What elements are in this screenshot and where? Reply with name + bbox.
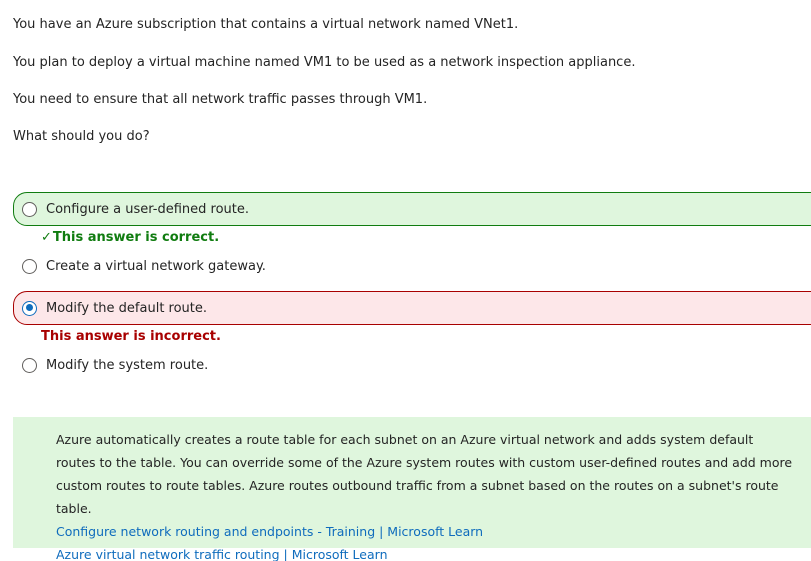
correct-feedback: ✓This answer is correct. <box>41 230 219 245</box>
quiz-page: You have an Azure subscription that cont… <box>0 0 811 561</box>
answer-option-label: Modify the default route. <box>46 300 208 316</box>
question-line-3: You need to ensure that all network traf… <box>13 92 428 107</box>
docs-link[interactable]: Azure virtual network traffic routing | … <box>56 543 793 561</box>
incorrect-feedback: This answer is incorrect. <box>41 329 221 344</box>
question-prompt: What should you do? <box>13 129 150 144</box>
answer-option-4[interactable]: Modify the system route. <box>13 348 811 382</box>
training-link[interactable]: Configure network routing and endpoints … <box>56 520 793 543</box>
explanation-text: Azure automatically creates a route tabl… <box>56 432 793 516</box>
answer-option-label: Create a virtual network gateway. <box>46 258 266 274</box>
correct-feedback-text: This answer is correct. <box>52 230 220 245</box>
radio-button-unselected[interactable] <box>22 201 37 217</box>
answer-option-label: Modify the system route. <box>46 357 209 373</box>
explanation-panel: Azure automatically creates a route tabl… <box>13 417 811 561</box>
radio-button-unselected[interactable] <box>22 357 37 373</box>
question-line-1: You have an Azure subscription that cont… <box>13 17 519 32</box>
checkmark-icon: ✓ <box>41 230 52 245</box>
answer-option-2[interactable]: Create a virtual network gateway. <box>13 249 811 283</box>
answer-option-label: Configure a user-defined route. <box>46 201 249 217</box>
radio-button-selected[interactable] <box>22 300 37 316</box>
question-line-2: You plan to deploy a virtual machine nam… <box>13 55 636 70</box>
answer-option-3[interactable]: Modify the default route. <box>13 291 811 325</box>
radio-button-unselected[interactable] <box>22 258 37 274</box>
answer-option-1[interactable]: Configure a user-defined route. <box>13 192 811 226</box>
